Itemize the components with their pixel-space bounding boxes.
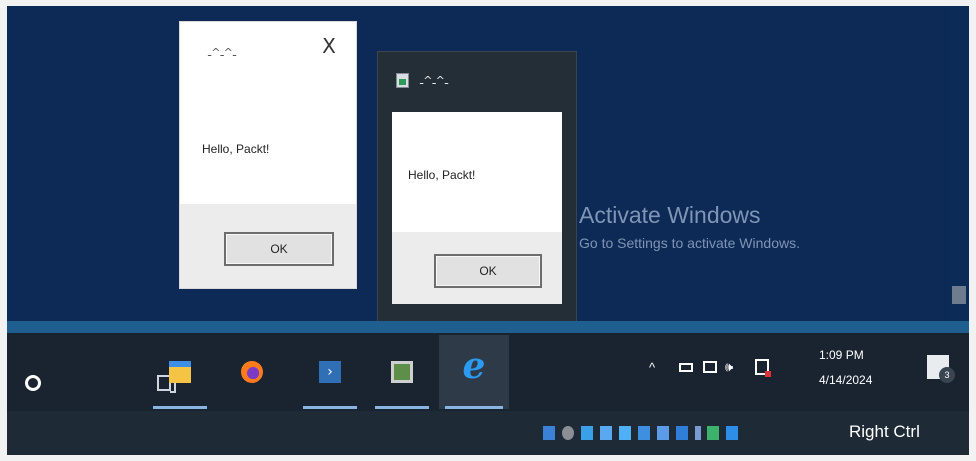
- close-button[interactable]: X: [318, 34, 340, 58]
- host-key-label: Right Ctrl: [849, 422, 920, 441]
- taskbar-internet-explorer[interactable]: e: [439, 335, 509, 409]
- cpu-icon[interactable]: [695, 426, 701, 440]
- firefox-icon: [241, 361, 263, 383]
- message-dialog-2: ـ^ـ^ـ Hello, Packt! OK: [377, 51, 577, 321]
- search-circle-icon: [25, 375, 41, 391]
- usb-icon[interactable]: [619, 426, 631, 440]
- taskbar-powershell[interactable]: ›: [297, 335, 363, 409]
- watermark-title: Activate Windows: [579, 202, 761, 228]
- activate-windows-watermark: Activate Windows Go to Settings to activ…: [579, 202, 800, 251]
- taskbar-remote-app[interactable]: [369, 335, 435, 409]
- message-dialog-1: ـ^ـ^ـ X Hello, Packt! OK: [179, 21, 357, 289]
- running-indicator: [375, 406, 429, 409]
- audio-icon[interactable]: [581, 426, 593, 440]
- recording-icon[interactable]: [676, 426, 688, 440]
- dialog-body: Hello, Packt!: [180, 84, 356, 204]
- keyboard-capture-icon[interactable]: [726, 426, 738, 440]
- dialog-titlebar[interactable]: ـ^ـ^ـ: [378, 52, 576, 110]
- volume-icon[interactable]: 🕪: [725, 359, 733, 375]
- system-clock[interactable]: 1:09 PM 4/14/2024: [819, 343, 872, 393]
- watermark-subtitle: Go to Settings to activate Windows.: [579, 235, 800, 251]
- dialog-message: Hello, Packt!: [202, 142, 270, 156]
- ok-button[interactable]: OK: [224, 232, 334, 266]
- shared-folders-icon[interactable]: [638, 426, 650, 440]
- folder-icon: [169, 361, 191, 383]
- desktop: Activate Windows Go to Settings to activ…: [7, 6, 969, 321]
- scrollbar-thumb[interactable]: [952, 286, 966, 304]
- clock-date: 4/14/2024: [819, 373, 873, 387]
- task-view-button[interactable]: [67, 335, 176, 409]
- dialog-title: ـ^ـ^ـ: [208, 46, 237, 59]
- mouse-integration-icon[interactable]: [707, 426, 719, 440]
- running-indicator: [445, 406, 503, 409]
- vm-status-bar: Right Ctrl: [7, 411, 969, 455]
- taskbar: › e ^ 🕪 1:09 PM 4/14/2024 3: [7, 321, 969, 411]
- hard-disk-icon[interactable]: [543, 426, 555, 440]
- taskbar-accent-strip: [7, 321, 969, 333]
- input-indicator-icon[interactable]: [755, 359, 771, 377]
- ie-icon: e: [462, 345, 486, 387]
- running-indicator: [153, 406, 207, 409]
- taskbar-file-explorer[interactable]: [147, 335, 213, 409]
- dialog-body: Hello, Packt!: [392, 112, 562, 232]
- notification-badge: 3: [939, 367, 955, 383]
- powershell-icon: ›: [319, 361, 341, 383]
- network-icon[interactable]: [703, 361, 717, 373]
- clock-time: 1:09 PM: [819, 348, 864, 362]
- ok-button[interactable]: OK: [434, 254, 542, 288]
- dialog-footer: OK: [180, 204, 356, 288]
- display-icon[interactable]: [657, 426, 669, 440]
- battery-icon[interactable]: [679, 363, 693, 372]
- search-button[interactable]: [7, 335, 59, 409]
- monitor-icon: [391, 361, 413, 383]
- dialog-title: ـ^ـ^ـ: [420, 74, 449, 87]
- network-adapter-icon[interactable]: [600, 426, 612, 440]
- dialog-titlebar[interactable]: ـ^ـ^ـ X: [180, 22, 356, 84]
- chevron-up-icon[interactable]: ^: [649, 360, 655, 375]
- taskbar-firefox[interactable]: [219, 335, 285, 409]
- optical-drive-icon[interactable]: [562, 426, 574, 440]
- notification-center-button[interactable]: 3: [927, 355, 955, 383]
- running-indicator: [303, 406, 357, 409]
- app-icon: [396, 73, 409, 88]
- dialog-footer: OK: [392, 232, 562, 304]
- dialog-message: Hello, Packt!: [408, 168, 476, 182]
- desktop-scrollbar[interactable]: [949, 6, 969, 321]
- screen-frame: Activate Windows Go to Settings to activ…: [0, 0, 976, 461]
